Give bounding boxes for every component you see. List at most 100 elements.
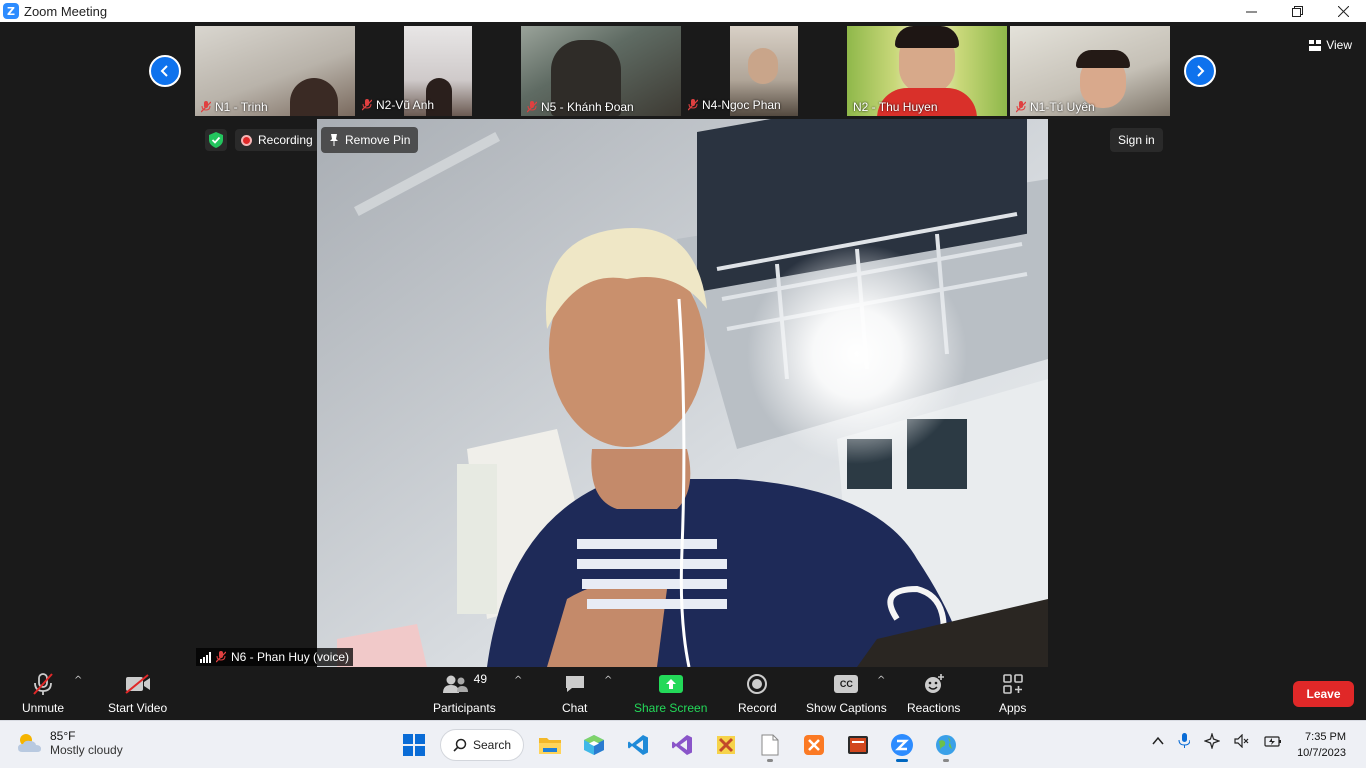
mic-muted-icon — [1015, 101, 1027, 113]
chevron-left-icon — [160, 65, 168, 77]
participant-tile[interactable]: N5 - Khánh Đoan — [521, 26, 681, 116]
audio-options-caret[interactable]: ^ — [74, 675, 82, 686]
airplane-mode-icon[interactable] — [1204, 733, 1220, 749]
video-off-icon — [124, 674, 150, 694]
remove-pin-button[interactable]: Remove Pin — [321, 127, 419, 153]
window-title: Zoom Meeting — [24, 3, 108, 19]
document-app-button[interactable] — [748, 727, 792, 763]
grid-view-icon — [1309, 39, 1322, 51]
system-tray — [1152, 733, 1282, 749]
window-controls — [1228, 0, 1366, 22]
active-speaker-label: N6 - Phan Huy (voice) — [196, 648, 354, 666]
clock-date: 10/7/2023 — [1297, 747, 1346, 759]
participant-tile[interactable]: N1-Tú Uyên — [1010, 26, 1170, 116]
unmute-button[interactable]: Unmute — [22, 671, 64, 715]
participant-name: N5 - Khánh Đoan — [541, 100, 634, 114]
weather-desc: Mostly cloudy — [50, 743, 123, 757]
taskbar: 85°F Mostly cloudy Search 7:35 PM 10/7/2… — [0, 720, 1366, 768]
recording-indicator[interactable]: Recording — [235, 129, 319, 151]
partly-cloudy-icon — [18, 734, 41, 752]
view-button[interactable]: View — [1309, 34, 1352, 56]
gallery-prev-button[interactable] — [149, 55, 181, 87]
participants-options-caret[interactable]: ^ — [514, 675, 522, 686]
folder-icon — [539, 738, 561, 754]
start-video-button[interactable]: Start Video — [108, 671, 167, 715]
participant-label: N4-Ngoc Phan — [687, 98, 781, 112]
gallery-next-button[interactable] — [1184, 55, 1216, 87]
chat-options-caret[interactable]: ^ — [604, 675, 612, 686]
chat-label: Chat — [562, 701, 588, 715]
sign-in-button[interactable]: Sign in — [1110, 128, 1163, 152]
xampp-button[interactable] — [792, 727, 836, 763]
zoom-app-icon — [891, 734, 913, 756]
captions-options-caret[interactable]: ^ — [877, 675, 885, 686]
close-button[interactable] — [1320, 0, 1366, 22]
search-icon — [453, 738, 467, 752]
chevron-up-icon[interactable] — [1152, 736, 1164, 746]
restore-button[interactable] — [1274, 0, 1320, 22]
record-button[interactable]: Record — [738, 671, 777, 715]
microphone-icon[interactable] — [1178, 733, 1190, 749]
meeting-area: N1 - Trinh N2-Vũ Anh N5 - Khánh Đoan N4-… — [0, 22, 1366, 720]
mic-muted-icon — [33, 673, 53, 695]
share-screen-icon — [658, 675, 683, 693]
show-captions-button[interactable]: CC Show Captions — [806, 671, 887, 715]
weather-widget[interactable]: 85°F Mostly cloudy — [16, 729, 123, 757]
globe-icon — [936, 735, 956, 755]
globe-app-button[interactable] — [924, 727, 968, 763]
chevron-right-icon — [1197, 65, 1205, 77]
participants-label: Participants — [433, 701, 496, 715]
remove-pin-label: Remove Pin — [345, 133, 411, 147]
minimize-icon — [1245, 11, 1257, 12]
leave-label: Leave — [1306, 687, 1341, 701]
vscode-icon — [628, 735, 648, 755]
chat-icon — [565, 676, 584, 692]
security-shield-button[interactable] — [205, 129, 227, 151]
apps-button[interactable]: Apps — [999, 671, 1026, 715]
participant-label: N2-Vũ Anh — [361, 98, 435, 112]
share-screen-button[interactable]: Share Screen — [634, 671, 707, 715]
participant-name: N1 - Trinh — [215, 100, 268, 114]
participant-name: N4-Ngoc Phan — [702, 98, 781, 112]
signal-strength-icon — [200, 651, 211, 663]
vscode-button[interactable] — [616, 727, 660, 763]
sign-in-label: Sign in — [1118, 133, 1155, 147]
meeting-toolbar: Unmute ^ Start Video 49 Participants ^ C… — [0, 667, 1366, 720]
start-button[interactable] — [392, 727, 436, 763]
xampp-icon — [804, 735, 824, 755]
speaker-muted-icon[interactable] — [1234, 734, 1250, 748]
taskbar-search[interactable]: Search — [440, 729, 524, 761]
restore-icon — [1291, 5, 1303, 17]
mic-muted-icon — [200, 101, 212, 113]
terminal-icon — [848, 736, 868, 754]
active-speaker-name: N6 - Phan Huy (voice) — [231, 650, 350, 664]
mic-muted-icon — [215, 651, 227, 663]
zoom-taskbar-button[interactable] — [880, 727, 924, 763]
title-bar: Z Zoom Meeting — [0, 0, 1366, 22]
clock-time: 7:35 PM — [1305, 731, 1346, 743]
participant-name: N2 - Thu Huyen — [853, 100, 938, 114]
system-clock[interactable]: 7:35 PM 10/7/2023 — [1297, 729, 1346, 761]
participant-tile[interactable]: N2 - Thu Huyen — [847, 26, 1007, 116]
battery-charging-icon[interactable] — [1264, 734, 1282, 748]
participant-name: N2-Vũ Anh — [376, 98, 435, 112]
mic-muted-icon — [361, 99, 373, 111]
view-label: View — [1326, 38, 1352, 52]
file-explorer-button[interactable] — [528, 727, 572, 763]
leave-button[interactable]: Leave — [1293, 681, 1354, 707]
chat-button[interactable]: Chat — [562, 671, 587, 715]
participant-tile[interactable]: N1 - Trinh — [195, 26, 355, 116]
visual-studio-button[interactable] — [660, 727, 704, 763]
terminal-app-button[interactable] — [836, 727, 880, 763]
participants-button[interactable]: 49 Participants — [433, 671, 496, 715]
apps-label: Apps — [999, 701, 1027, 715]
reactions-button[interactable]: Reactions — [907, 671, 960, 715]
mic-muted-icon — [687, 99, 699, 111]
cube-app-icon — [584, 735, 604, 755]
app-cube-button[interactable] — [572, 727, 616, 763]
document-icon — [761, 734, 779, 756]
tools-app-button[interactable] — [704, 727, 748, 763]
speaker-video-frame — [317, 119, 1048, 667]
minimize-button[interactable] — [1228, 0, 1274, 22]
main-video[interactable]: Remove Pin — [317, 119, 1048, 667]
